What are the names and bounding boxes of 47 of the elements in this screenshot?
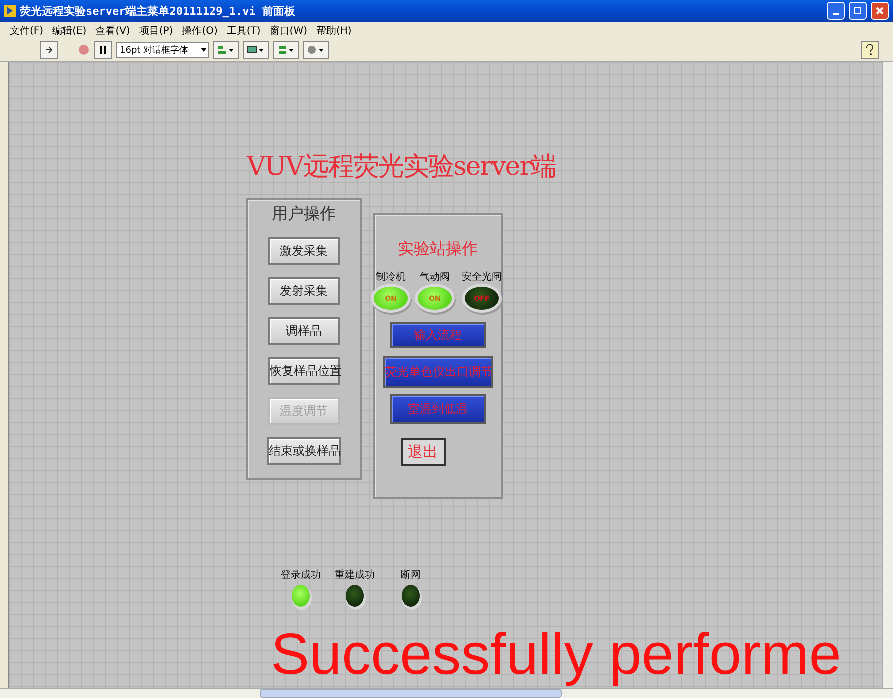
menu-item[interactable]: 编辑(E) [52, 24, 87, 38]
reorder-icon [307, 45, 325, 55]
command-button[interactable]: 恢复样品位置 [268, 357, 340, 385]
pause-button[interactable] [94, 41, 112, 59]
menu-item[interactable]: 帮助(H) [316, 24, 352, 38]
menu-item[interactable]: 窗口(W) [270, 24, 308, 38]
font-name: 16pt 对话框字体 [120, 44, 189, 56]
panel-heading: VUV远程荧光实验server端 [247, 151, 556, 184]
indicator-label: 安全光闸 [462, 270, 502, 284]
status-label: 重建成功 [335, 568, 375, 582]
vertical-scrollbar[interactable] [882, 62, 893, 688]
help-icon [866, 44, 874, 56]
maximize-button[interactable] [849, 2, 867, 20]
distribute-button[interactable] [243, 41, 269, 59]
font-dropdown[interactable]: 16pt 对话框字体 [116, 42, 209, 58]
align-icon [217, 45, 235, 55]
overlay-caption: Successfully performe [271, 626, 842, 684]
status-label: 断网 [401, 568, 421, 582]
resize-icon [277, 45, 295, 55]
close-button[interactable] [871, 2, 889, 20]
reorder-button[interactable] [303, 41, 329, 59]
menu-item[interactable]: 查看(V) [96, 24, 130, 38]
maximize-icon [854, 7, 862, 15]
menu-item[interactable]: 操作(O) [182, 24, 218, 38]
horizontal-scrollbar[interactable] [0, 688, 893, 698]
menu-item[interactable]: 工具(T) [226, 24, 261, 38]
panel-title: 用户操作 [272, 204, 336, 225]
pause-icon [99, 45, 107, 55]
menu-item[interactable]: 文件(F) [10, 24, 44, 38]
command-button[interactable]: 激发采集 [268, 237, 340, 265]
status-label: 登录成功 [281, 568, 321, 582]
run-button[interactable] [40, 41, 58, 59]
minimize-button[interactable] [827, 2, 845, 20]
close-icon [876, 7, 884, 15]
indicator-label: 制冷机 [376, 270, 406, 284]
distribute-icon [247, 45, 265, 55]
command-button[interactable]: 发射采集 [268, 277, 340, 305]
indicator-label: 气动阀 [420, 271, 450, 284]
app-icon [4, 5, 16, 17]
window-title: 荧光远程实验server端主菜单20111129_1.vi 前面板 [20, 4, 296, 18]
command-button[interactable]: 结束或换样品 [267, 437, 341, 465]
command-button[interactable]: 调样品 [268, 317, 340, 345]
menu-item[interactable]: 项目(P) [139, 24, 174, 38]
caret-icon [200, 46, 208, 54]
panel-title: 实验站操作 [398, 239, 478, 260]
arrow-icon [44, 45, 54, 55]
help-button[interactable] [861, 41, 879, 59]
